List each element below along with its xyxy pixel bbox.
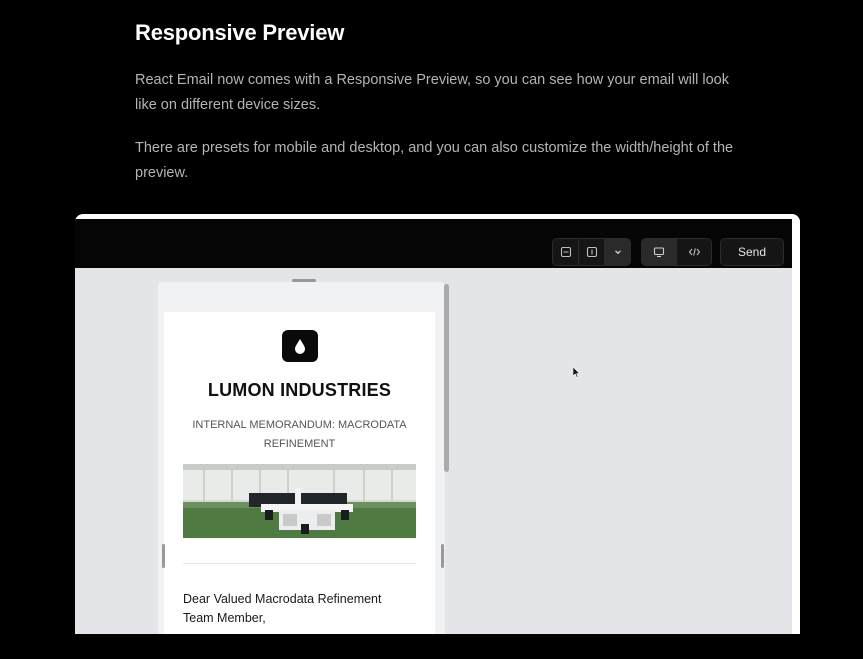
resize-height-button[interactable] <box>553 239 579 265</box>
office-photo <box>183 464 416 538</box>
left-width-handle[interactable] <box>162 544 165 568</box>
section-title: Responsive Preview <box>135 20 345 45</box>
presets-paragraph: There are presets for mobile and desktop… <box>135 140 734 181</box>
code-view-button[interactable] <box>677 239 711 265</box>
resize-height-icon <box>560 246 571 258</box>
email-subtitle: INTERNAL MEMORANDUM: MACRODATA REFINEMEN… <box>192 419 407 450</box>
view-controls <box>641 238 712 266</box>
resize-width-button[interactable] <box>579 239 605 265</box>
drop-logo-icon <box>282 330 318 362</box>
size-controls <box>552 238 631 266</box>
resize-width-icon <box>586 246 597 258</box>
chevron-down-icon <box>614 250 621 255</box>
code-icon <box>688 248 700 256</box>
desktop-icon <box>653 247 665 258</box>
intro-paragraph: React Email now comes with a Responsive … <box>135 72 729 113</box>
send-button[interactable]: Send <box>720 238 784 266</box>
email-divider <box>183 563 416 564</box>
preview-canvas: LUMON INDUSTRIES INTERNAL MEMORANDUM: MA… <box>75 268 792 634</box>
preview-window: Send LUMON INDUSTRIES INTERNAL MEMORANDU… <box>75 214 800 634</box>
size-presets-dropdown[interactable] <box>605 239 630 265</box>
email-scrollbar[interactable] <box>444 284 449 472</box>
email-preview: LUMON INDUSTRIES INTERNAL MEMORANDUM: MA… <box>164 312 435 634</box>
right-width-handle[interactable] <box>441 544 444 568</box>
email-greeting: Dear Valued Macrodata Refinement Team Me… <box>183 592 382 625</box>
desktop-view-button[interactable] <box>642 239 677 265</box>
frame-edge <box>792 219 800 634</box>
mobile-device-frame: LUMON INDUSTRIES INTERNAL MEMORANDUM: MA… <box>158 282 445 634</box>
article-section: Responsive Preview React Email now comes… <box>135 20 735 181</box>
email-brand-title: LUMON INDUSTRIES <box>207 380 392 400</box>
preview-toolbar: Send <box>75 219 792 268</box>
mouse-cursor-icon <box>573 367 581 378</box>
